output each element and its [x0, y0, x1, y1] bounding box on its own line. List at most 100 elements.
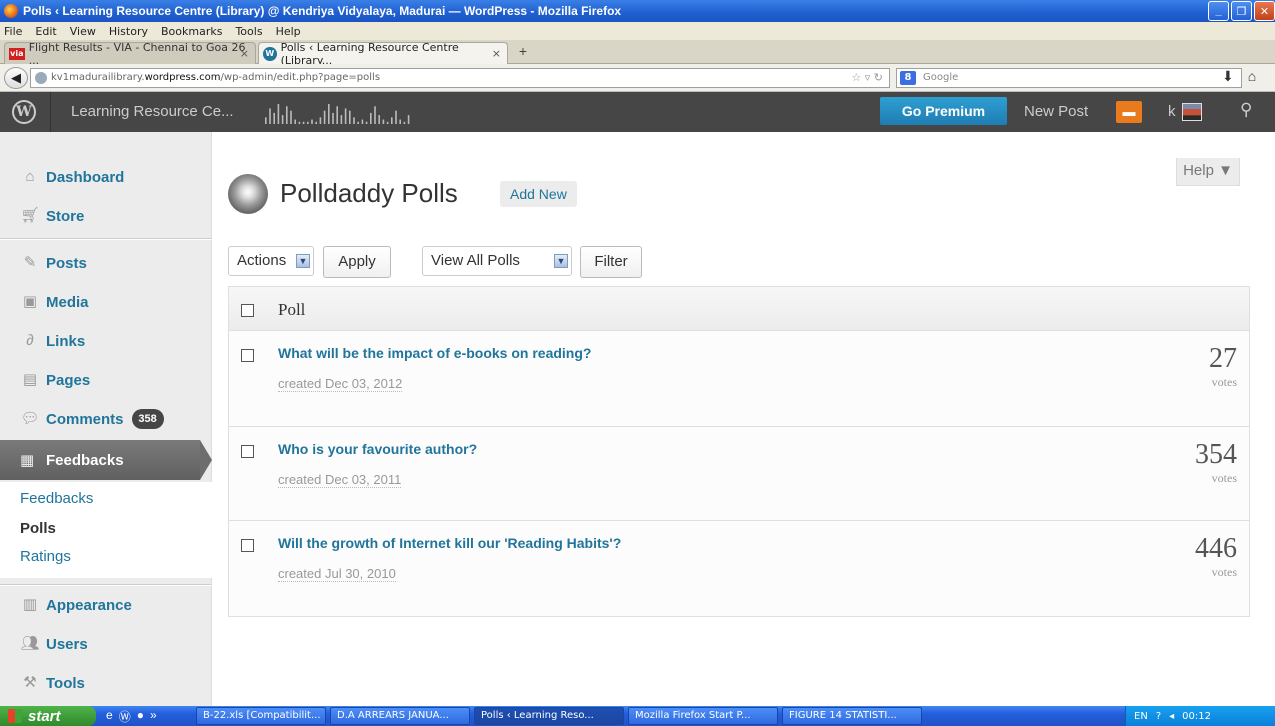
- submenu-feedbacks[interactable]: Feedbacks: [20, 490, 93, 507]
- view-polls-select[interactable]: View All Polls ▼: [422, 246, 572, 276]
- row-checkbox[interactable]: [241, 539, 254, 552]
- sidebar-item-users[interactable]: 👥︎ Users: [0, 625, 212, 663]
- sparkline-bar: [340, 115, 343, 124]
- help-button[interactable]: Help ▼: [1176, 158, 1240, 186]
- taskbar-button-figure[interactable]: FIGURE 14 STATISTI...: [782, 707, 922, 725]
- chevron-down-icon: ▼: [554, 254, 568, 268]
- taskbar-button-polls[interactable]: Polls ‹ Learning Reso...: [474, 707, 624, 725]
- windows-taskbar: start e Ⓦ ● » B-22.xls [Compatibilit... …: [0, 706, 1275, 726]
- select-all-checkbox[interactable]: [241, 304, 254, 317]
- wordpress-logo-icon[interactable]: W: [12, 100, 36, 124]
- sidebar-item-posts[interactable]: ✎ Posts: [0, 244, 212, 282]
- taskbar-button-word[interactable]: D.A ARREARS JANUA...: [330, 707, 470, 725]
- sidebar-item-comments[interactable]: 💬︎ Comments 358: [0, 400, 212, 438]
- menu-edit[interactable]: Edit: [35, 25, 56, 38]
- ie-icon[interactable]: e: [106, 708, 113, 725]
- menu-tools[interactable]: Tools: [235, 25, 262, 38]
- download-icon[interactable]: ⬇: [1222, 68, 1234, 85]
- apply-button[interactable]: Apply: [323, 246, 391, 278]
- window-title: Polls ‹ Learning Resource Centre (Librar…: [23, 4, 622, 18]
- google-icon: 8: [900, 71, 916, 85]
- sparkline-bar: [374, 106, 376, 124]
- sparkline-bar: [353, 117, 355, 124]
- submenu-ratings[interactable]: Ratings: [20, 548, 71, 565]
- system-tray: EN ? ◂ 00:12: [1125, 706, 1275, 726]
- taskbar-button-firefox-start[interactable]: Mozilla Firefox Start P...: [628, 707, 778, 725]
- taskbar-button-excel[interactable]: B-22.xls [Compatibilit...: [196, 707, 326, 725]
- bookmark-star-icon[interactable]: ☆ ▿ ↻: [851, 69, 883, 87]
- page-title: Polldaddy Polls: [280, 178, 458, 208]
- tab-label: Flight Results - VIA - Chennai to Goa 26…: [28, 40, 246, 67]
- sidebar-item-links[interactable]: ∂ Links: [0, 322, 212, 360]
- firefox-icon[interactable]: ●: [137, 708, 144, 725]
- via-favicon-icon: via: [9, 47, 25, 60]
- sparkline-bar: [302, 121, 305, 124]
- comment-count-badge: 358: [131, 409, 164, 429]
- notifications-icon[interactable]: ▬: [1116, 101, 1142, 123]
- sidebar-item-dashboard[interactable]: ⌂ Dashboard: [0, 158, 212, 196]
- user-menu[interactable]: k: [1168, 92, 1202, 132]
- sidebar-item-feedbacks[interactable]: ▦ Feedbacks: [0, 440, 212, 480]
- stats-sparkline[interactable]: [265, 102, 415, 124]
- back-button[interactable]: ◀: [4, 67, 28, 89]
- polls-table: Poll What will be the impact of e-books …: [228, 286, 1250, 617]
- poll-votes-label: votes: [1211, 565, 1237, 579]
- menu-file[interactable]: File: [4, 25, 22, 38]
- menu-view[interactable]: View: [70, 25, 96, 38]
- close-tab-icon[interactable]: ×: [240, 47, 249, 60]
- menu-bookmarks[interactable]: Bookmarks: [161, 25, 222, 38]
- wp-admin-bar: W Learning Resource Ce... Go Premium New…: [0, 92, 1275, 132]
- sparkline-bar: [349, 110, 351, 124]
- menu-history[interactable]: History: [109, 25, 148, 38]
- close-window-button[interactable]: ✕: [1254, 1, 1275, 21]
- home-icon[interactable]: ⌂: [1248, 68, 1256, 85]
- poll-question-link[interactable]: Will the growth of Internet kill our 'Re…: [278, 535, 621, 551]
- table-header: Poll: [229, 287, 1249, 331]
- add-new-button[interactable]: Add New: [500, 181, 577, 207]
- minimize-button[interactable]: _: [1208, 1, 1229, 21]
- menu-help[interactable]: Help: [276, 25, 301, 38]
- submenu-polls[interactable]: Polls: [20, 520, 56, 537]
- tab-flight-results[interactable]: via Flight Results - VIA - Chennai to Go…: [4, 40, 256, 67]
- window-titlebar: Polls ‹ Learning Resource Centre (Librar…: [0, 0, 1275, 22]
- network-icon[interactable]: ◂: [1169, 711, 1174, 722]
- row-checkbox[interactable]: [241, 349, 254, 362]
- row-checkbox[interactable]: [241, 445, 254, 458]
- sidebar-item-store[interactable]: 🛒︎ Store: [0, 197, 212, 235]
- new-tab-button[interactable]: +: [512, 43, 534, 63]
- sparkline-bar: [395, 110, 397, 124]
- go-premium-button[interactable]: Go Premium: [880, 97, 1007, 125]
- table-row: What will be the impact of e-books on re…: [229, 331, 1249, 427]
- url-bar[interactable]: kv1madurailibrary.wordpress.com/wp-admin…: [30, 68, 890, 88]
- sparkline-bar: [382, 119, 385, 124]
- sparkline-bar: [391, 117, 393, 124]
- language-indicator[interactable]: EN: [1134, 711, 1148, 722]
- close-tab-icon[interactable]: ×: [492, 47, 501, 60]
- sidebar-item-tools[interactable]: ⚒ Tools: [0, 664, 212, 702]
- users-icon: 👥︎: [20, 635, 40, 652]
- bulk-actions-select[interactable]: Actions ▼: [228, 246, 314, 276]
- poll-created-date: created Jul 30, 2010: [278, 566, 396, 582]
- wordpress-icon[interactable]: Ⓦ: [119, 708, 131, 725]
- filter-button[interactable]: Filter: [580, 246, 642, 278]
- feedbacks-submenu: Feedbacks Polls Ratings: [0, 482, 212, 578]
- sidebar-item-pages[interactable]: ▤ Pages: [0, 361, 212, 399]
- tab-polls[interactable]: W Polls ‹ Learning Resource Centre (Libr…: [258, 41, 508, 67]
- poll-question-link[interactable]: Who is your favourite author?: [278, 441, 477, 457]
- search-icon[interactable]: ⚲: [1240, 100, 1252, 120]
- chevron-right-icon[interactable]: »: [150, 708, 157, 725]
- maximize-button[interactable]: ❐: [1231, 1, 1252, 21]
- sidebar-item-media[interactable]: ▣ Media: [0, 283, 212, 321]
- new-post-link[interactable]: New Post: [1024, 92, 1088, 132]
- start-button[interactable]: start: [0, 706, 96, 726]
- sidebar-item-appearance[interactable]: ▥ Appearance: [0, 586, 212, 624]
- poll-question-link[interactable]: What will be the impact of e-books on re…: [278, 345, 591, 361]
- link-icon: ∂: [26, 332, 34, 349]
- site-name-link[interactable]: Learning Resource Ce...: [50, 92, 248, 132]
- search-input[interactable]: 8 Google: [896, 68, 1242, 88]
- sparkline-bar: [332, 112, 334, 124]
- sparkline-bar: [290, 110, 292, 124]
- cart-icon: 🛒︎: [20, 207, 40, 224]
- house-icon: ⌂: [25, 168, 35, 185]
- help-icon[interactable]: ?: [1156, 711, 1161, 722]
